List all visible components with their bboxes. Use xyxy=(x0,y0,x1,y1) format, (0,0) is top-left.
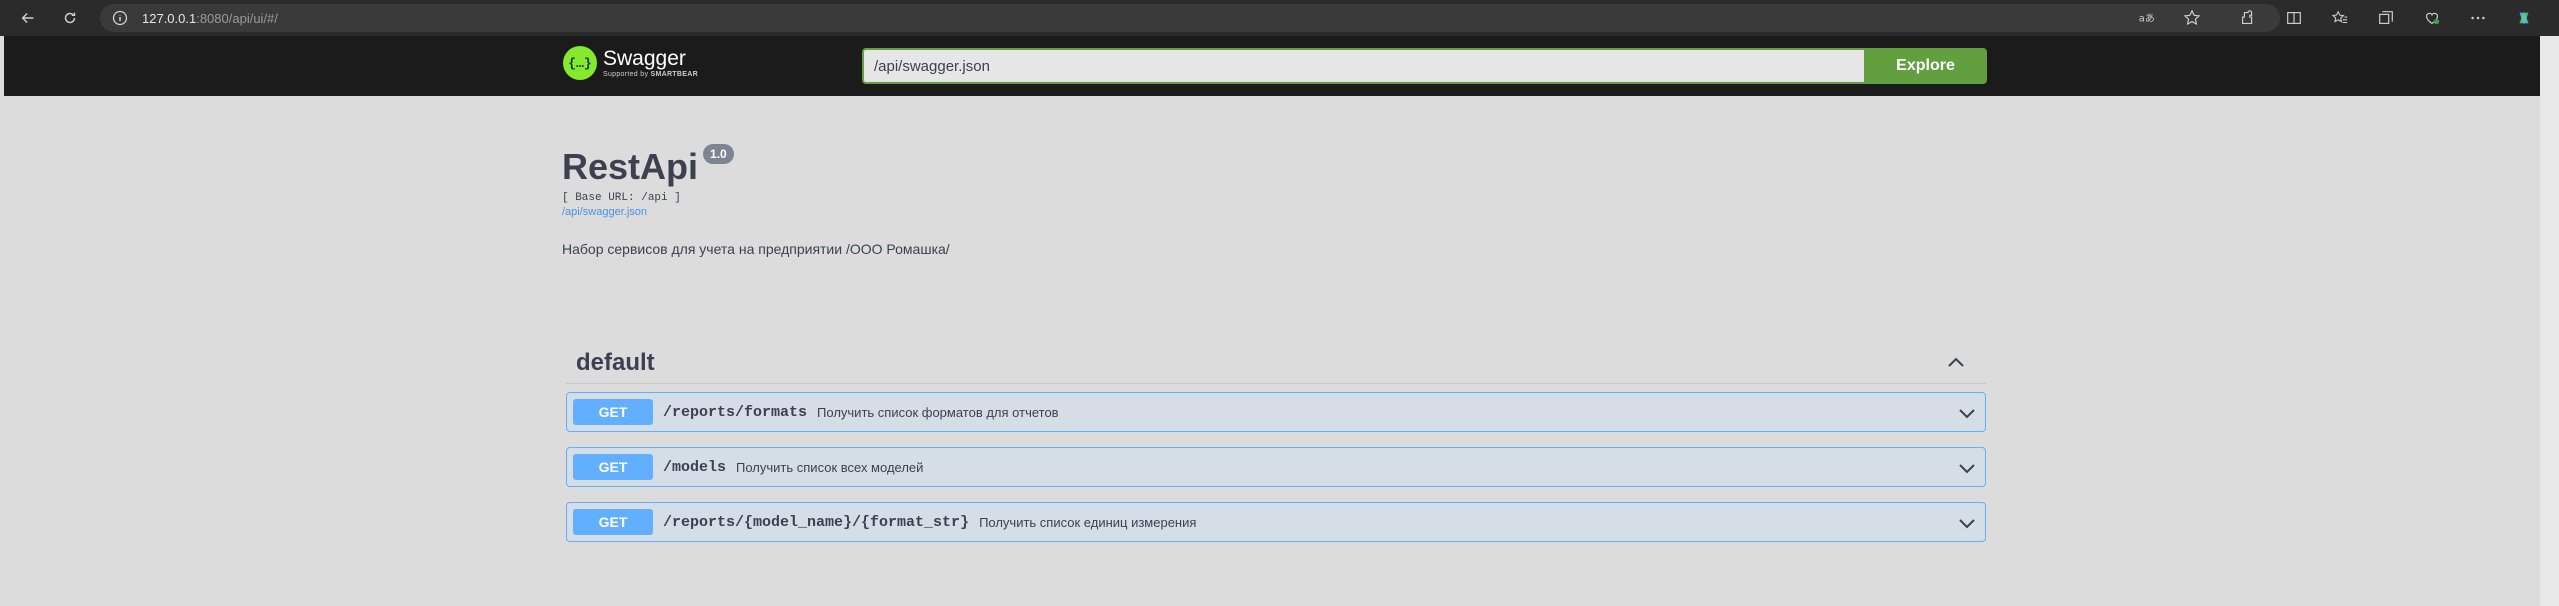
site-info-icon[interactable] xyxy=(112,10,128,26)
swagger-logo-sub: Supported by xyxy=(603,71,651,78)
base-url: [ Base URL: /api ] xyxy=(562,192,681,204)
operation-row[interactable]: GET /reports/formats Получить список фор… xyxy=(566,392,1986,432)
version-badge: 1.0 xyxy=(703,144,734,164)
copilot-icon[interactable] xyxy=(2505,4,2543,32)
tag-name: default xyxy=(576,348,655,376)
api-description: Набор сервисов для учета на предприятии … xyxy=(562,241,950,257)
swagger-logo-name: Swagger xyxy=(603,47,686,70)
chevron-down-icon[interactable] xyxy=(1957,513,1977,533)
swagger-topbar: {…} Swagger Supported by SMARTBEAR Explo… xyxy=(4,36,2540,96)
api-title: RestApi xyxy=(562,146,699,187)
page-viewport: {…} Swagger Supported by SMARTBEAR Explo… xyxy=(4,36,2540,606)
tag-section-default[interactable]: default xyxy=(566,342,1986,384)
method-badge: GET xyxy=(573,399,653,425)
extensions-icon[interactable] xyxy=(2229,4,2267,32)
more-menu-icon[interactable] xyxy=(2459,4,2497,32)
api-info: RestApi 1.0 [ Base URL: /api ] /api/swag… xyxy=(562,144,950,257)
browser-actions: aあ xyxy=(2127,4,2543,32)
svg-text:aあ: aあ xyxy=(2139,13,2155,25)
chevron-up-icon[interactable] xyxy=(1944,351,1968,375)
browser-toolbar: 127.0.0.1:8080/api/ui/#/ aあ xyxy=(0,0,2559,36)
spec-link[interactable]: /api/swagger.json xyxy=(562,206,950,218)
operation-path: /reports/formats xyxy=(663,403,808,421)
operation-path: /reports/{model_name}/{format_str} xyxy=(663,513,970,531)
explore-button[interactable]: Explore xyxy=(1864,48,1987,84)
favorites-icon[interactable] xyxy=(2321,4,2359,32)
url-host: 127.0.0.1 xyxy=(142,10,197,26)
chevron-down-icon[interactable] xyxy=(1957,458,1977,478)
method-badge: GET xyxy=(573,509,653,535)
split-screen-icon[interactable] xyxy=(2275,4,2313,32)
browser-essentials-icon[interactable] xyxy=(2413,4,2451,32)
operation-path: /models xyxy=(663,458,727,476)
url-path: :8080/api/ui/#/ xyxy=(196,10,278,26)
refresh-icon[interactable] xyxy=(56,4,84,32)
swagger-logo-icon: {…} xyxy=(563,46,597,80)
chevron-down-icon[interactable] xyxy=(1957,403,1977,423)
collections-icon[interactable] xyxy=(2367,4,2405,32)
operation-row[interactable]: GET /models Получить список всех моделей xyxy=(566,447,1986,487)
read-aloud-icon[interactable]: aあ xyxy=(2127,4,2165,32)
back-icon[interactable] xyxy=(14,4,42,32)
operation-summary: Получить список форматов для отчетов xyxy=(817,404,1059,420)
smartbear-brand: SMARTBEAR xyxy=(650,71,698,78)
operation-summary: Получить список единиц измерения xyxy=(979,514,1197,530)
spec-url-input[interactable] xyxy=(862,48,1864,84)
operation-row[interactable]: GET /reports/{model_name}/{format_str} П… xyxy=(566,502,1986,542)
method-badge: GET xyxy=(573,454,653,480)
operation-summary: Получить список всех моделей xyxy=(736,459,924,475)
page-scrollbar[interactable] xyxy=(2540,36,2559,606)
favorite-star-icon[interactable] xyxy=(2173,4,2211,32)
address-bar[interactable]: 127.0.0.1:8080/api/ui/#/ xyxy=(100,4,2280,32)
swagger-logo[interactable]: {…} Swagger Supported by SMARTBEAR xyxy=(563,46,698,80)
